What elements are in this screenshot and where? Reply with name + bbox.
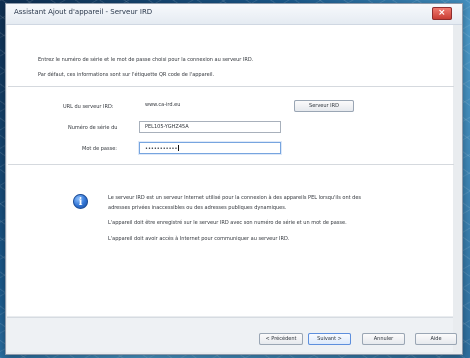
password-field[interactable]: ••••••••••• bbox=[139, 142, 281, 154]
button-bar: < Précédent Suivant > Annuler Aide bbox=[7, 317, 457, 352]
help-button[interactable]: Aide bbox=[415, 333, 457, 345]
info-paragraph-1-line-2: adresses privées inaccessibles ou des ad… bbox=[108, 205, 287, 211]
intro-line-1: Entrez le numéro de série et le mot de p… bbox=[38, 57, 254, 63]
url-label: URL du serveur IRD: bbox=[63, 104, 114, 110]
window-title: Assistant Ajout d'appareil - Serveur IRD bbox=[14, 8, 153, 16]
previous-button[interactable]: < Précédent bbox=[259, 333, 303, 345]
password-label: Mot de passe: bbox=[82, 146, 117, 152]
info-paragraph-3: L'appareil doit avoir accès à Internet p… bbox=[108, 236, 290, 242]
serial-label: Numéro de série du bbox=[68, 125, 118, 131]
intro-line-2: Par défaut, ces informations sont sur l'… bbox=[38, 72, 215, 78]
dialog-window: Assistant Ajout d'appareil - Serveur IRD… bbox=[5, 3, 463, 355]
title-bar: Assistant Ajout d'appareil - Serveur IRD… bbox=[6, 4, 462, 25]
next-button[interactable]: Suivant > bbox=[308, 333, 351, 345]
middle-divider bbox=[8, 164, 454, 165]
info-paragraph-2: L'appareil doit être enregistré sur le s… bbox=[108, 220, 347, 226]
password-value: ••••••••••• bbox=[145, 146, 178, 152]
info-icon: i bbox=[73, 194, 88, 209]
serial-number-field[interactable]: PEL105-YGHZ45A bbox=[139, 121, 281, 133]
cancel-button[interactable]: Annuler bbox=[362, 333, 405, 345]
close-icon: × bbox=[438, 8, 446, 18]
top-divider bbox=[8, 86, 454, 87]
close-button[interactable]: × bbox=[432, 7, 452, 20]
info-paragraph-1-line-1: Le serveur IRD est un serveur Internet u… bbox=[108, 195, 362, 201]
text-caret bbox=[178, 145, 180, 151]
url-value-field: www.ca-ird.eu bbox=[145, 102, 181, 108]
dialog-content: Entrez le numéro de série et le mot de p… bbox=[7, 25, 454, 316]
server-ird-button[interactable]: Serveur IRD bbox=[294, 100, 354, 112]
